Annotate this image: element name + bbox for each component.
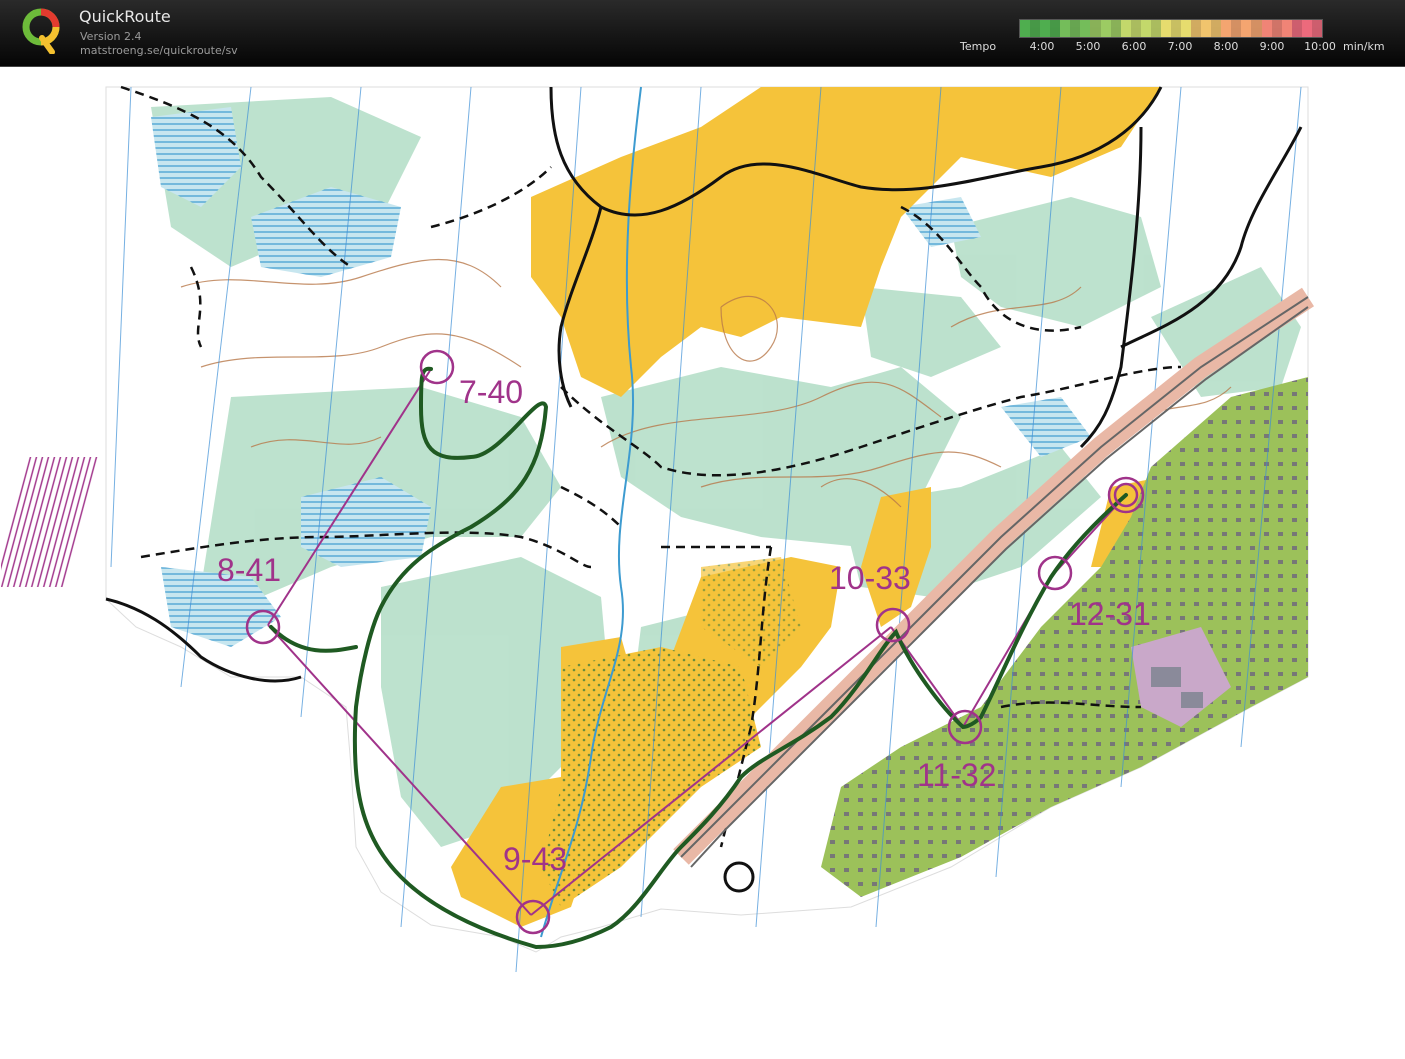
tempo-tick: 4:00 xyxy=(1029,40,1055,53)
orienteering-map[interactable]: 7-40 8-41 9-43 10-33 11-32 12-31 xyxy=(1,67,1403,1057)
control-label-7: 7-40 xyxy=(459,374,523,410)
roundabout xyxy=(723,861,755,893)
tempo-scale-swatch xyxy=(1150,20,1161,37)
tempo-scale-swatch xyxy=(1211,20,1222,37)
tempo-scale-swatch xyxy=(1140,20,1151,37)
control-label-8: 8-41 xyxy=(217,552,281,588)
app-title: QuickRoute xyxy=(79,7,171,26)
tempo-scale-swatch xyxy=(1181,20,1192,37)
tempo-tick: 9:00 xyxy=(1259,40,1285,53)
tempo-tick: 5:00 xyxy=(1075,40,1101,53)
tempo-scale-swatch xyxy=(1070,20,1081,37)
tempo-scale-swatch xyxy=(1251,20,1262,37)
tempo-color-scale xyxy=(1019,19,1323,38)
out-of-bounds-hatch xyxy=(1,457,99,587)
control-label-12: 12-31 xyxy=(1069,596,1151,632)
tempo-scale-swatch xyxy=(1271,20,1282,37)
tempo-scale-swatch xyxy=(1241,20,1252,37)
tempo-scale-swatch xyxy=(1281,20,1292,37)
tempo-scale-swatch xyxy=(1100,20,1111,37)
tempo-scale-swatch xyxy=(1130,20,1141,37)
tempo-scale-swatch xyxy=(1231,20,1242,37)
quickroute-logo xyxy=(22,8,60,54)
tempo-scale-swatch xyxy=(1201,20,1212,37)
tempo-scale-swatch xyxy=(1261,20,1272,37)
tempo-tick: 10:00 xyxy=(1304,40,1336,53)
tempo-tick: 7:00 xyxy=(1167,40,1193,53)
tempo-scale-swatch xyxy=(1050,20,1061,37)
app-version: Version 2.4 xyxy=(80,30,142,43)
control-label-11: 11-32 xyxy=(917,757,996,793)
tempo-scale-swatch xyxy=(1170,20,1181,37)
tempo-scale-swatch xyxy=(1090,20,1101,37)
tempo-scale-swatch xyxy=(1291,20,1302,37)
tempo-scale-swatch xyxy=(1221,20,1232,37)
tempo-scale-swatch xyxy=(1120,20,1131,37)
tempo-scale-swatch xyxy=(1160,20,1171,37)
tempo-label: Tempo xyxy=(960,40,997,53)
tempo-tick: 6:00 xyxy=(1121,40,1147,53)
tempo-scale-swatch xyxy=(1060,20,1071,37)
control-label-9: 9-43 xyxy=(503,841,567,877)
tempo-scale-swatch xyxy=(1301,20,1312,37)
tempo-unit: min/km xyxy=(1343,40,1385,53)
tempo-scale-swatch xyxy=(1030,20,1041,37)
tempo-tick: 8:00 xyxy=(1213,40,1239,53)
tempo-scale-swatch xyxy=(1040,20,1051,37)
app-header: QuickRoute Version 2.4 matstroeng.se/qui… xyxy=(0,0,1405,67)
tempo-scale-swatch xyxy=(1311,20,1322,37)
app-url: matstroeng.se/quickroute/sv xyxy=(80,44,238,57)
tempo-scale-swatch xyxy=(1110,20,1121,37)
map-view[interactable]: 7-40 8-41 9-43 10-33 11-32 12-31 xyxy=(1,67,1403,1057)
tempo-scale-swatch xyxy=(1191,20,1202,37)
tempo-scale-swatch xyxy=(1080,20,1091,37)
tempo-scale-swatch xyxy=(1020,20,1031,37)
control-label-10: 10-33 xyxy=(829,560,911,596)
